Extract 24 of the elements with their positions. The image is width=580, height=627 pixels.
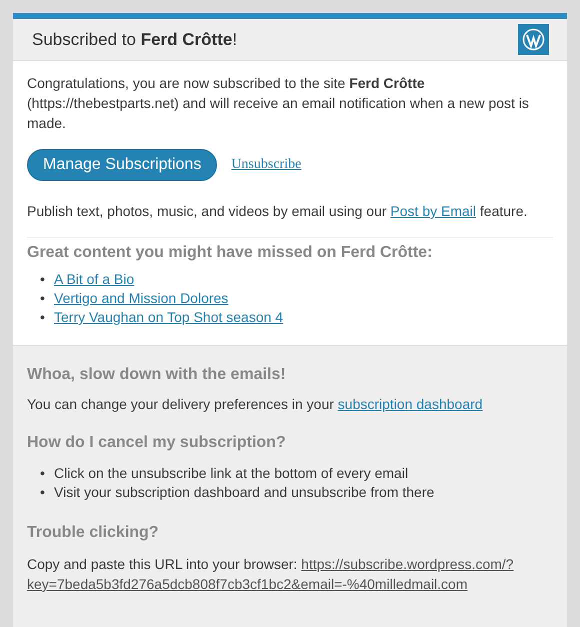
- bullet: •: [40, 483, 46, 502]
- bullet: •: [40, 308, 46, 327]
- section-heading: Whoa, slow down with the emails!: [27, 365, 287, 385]
- logo-icon: [518, 24, 549, 55]
- url-instruction-text: Copy and paste this URL into your browser: https://subscribe.wordpress.com/?key=7beda5b3fd276a5dcb808f7cb3cf1bc2&email=-%40milledmail.com: [27, 555, 515, 594]
- unsubscribe-link[interactable]: Unsubscribe: [231, 157, 302, 173]
- bullet: •: [40, 464, 46, 483]
- bullet: •: [40, 289, 46, 308]
- dashboard-link[interactable]: subscription dashboard: [338, 396, 483, 412]
- post-link[interactable]: Vertigo and Mission Dolores: [54, 289, 228, 308]
- preferences-text: You can change your delivery preferences in your subscription dashboard: [27, 395, 484, 414]
- publish-text: Publish text, photos, music, and videos by email using our Post by Email feature.: [27, 202, 528, 221]
- section-heading: Trouble clicking?: [27, 523, 160, 543]
- section-heading: How do I cancel my subscription?: [27, 433, 287, 453]
- manage-subscriptions-button[interactable]: Manage Subscriptions: [27, 149, 218, 181]
- section-heading: Great content you might have missed on Ferd Crôtte:: [27, 243, 434, 263]
- list-text: Visit your subscription dashboard and unsubscribe from there: [54, 483, 434, 502]
- bullet: •: [40, 270, 46, 289]
- post-by-email-link[interactable]: Post by Email: [390, 203, 476, 219]
- post-link[interactable]: Terry Vaughan on Top Shot season 4: [54, 308, 284, 327]
- list-text: Click on the unsubscribe link at the bottom of every email: [54, 464, 408, 483]
- post-link[interactable]: A Bit of a Bio: [54, 270, 134, 289]
- page-title: Subscribed to Ferd Crôtte!: [32, 30, 238, 50]
- intro-text: Congratulations, you are now subscribed to the site Ferd Crôtte (https://thebestparts.net) and will receive an email notification when a new post is made.: [27, 74, 530, 133]
